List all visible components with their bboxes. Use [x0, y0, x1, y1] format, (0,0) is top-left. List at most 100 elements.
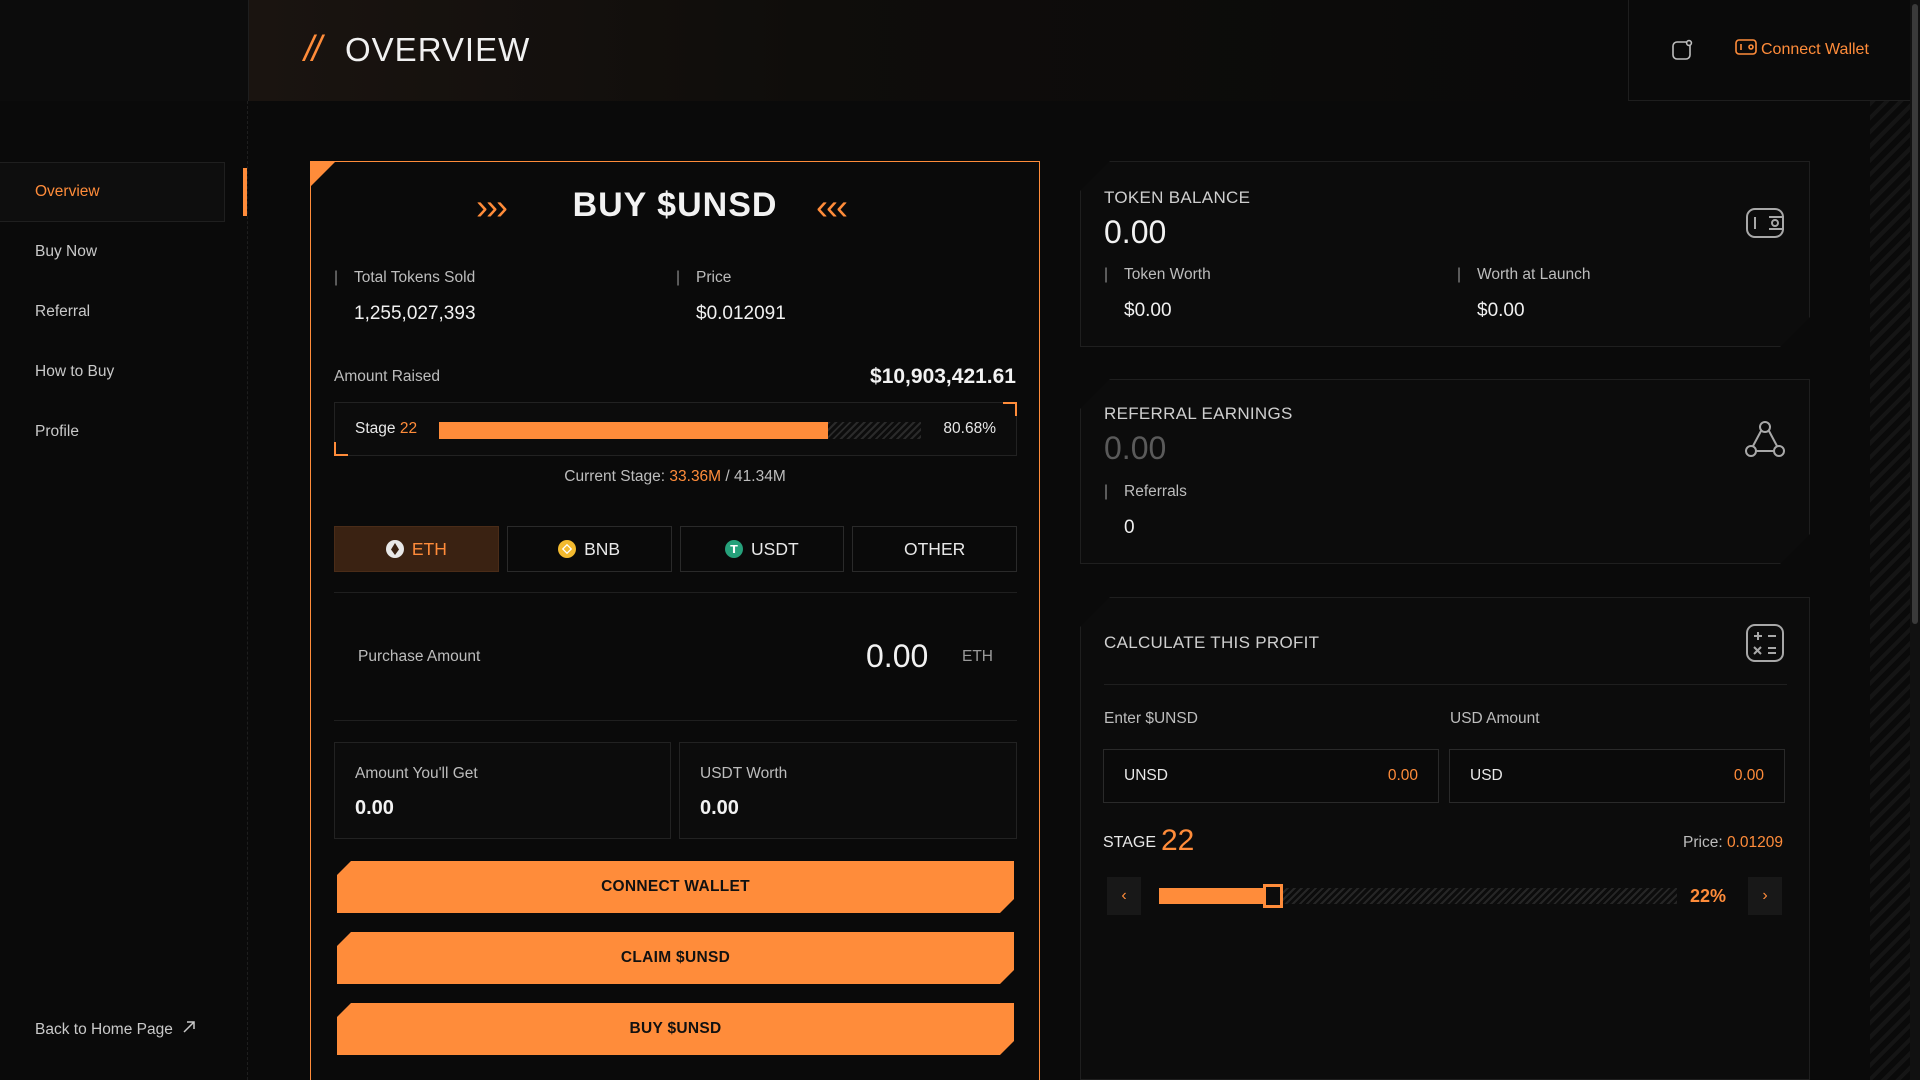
- enter-unsd-label: Enter $UNSD: [1104, 710, 1198, 727]
- token-worth-label: Token Worth: [1124, 266, 1211, 284]
- claim-button[interactable]: CLAIM $UNSD: [337, 932, 1014, 984]
- sidebar-item-overview[interactable]: Overview: [0, 162, 225, 222]
- current-stage-done: 33.36M: [669, 468, 722, 485]
- header-connect-wallet-link[interactable]: Connect Wallet: [1735, 38, 1869, 61]
- referrals-label: Referrals: [1124, 483, 1187, 501]
- usd-amount-label: USD Amount: [1450, 710, 1540, 727]
- buy-title: BUY $UNSD: [572, 186, 778, 224]
- header-logo-area: [0, 0, 249, 101]
- calc-price: Price: 0.01209: [1683, 834, 1783, 851]
- buy-panel: ››› BUY $UNSD ‹‹‹ Total Tokens Sold 1,25…: [310, 161, 1040, 1080]
- stage-prev-button[interactable]: ‹: [1107, 877, 1141, 915]
- back-home-label: Back to Home Page: [35, 1020, 173, 1038]
- token-worth-value: $0.00: [1124, 300, 1172, 321]
- connect-wallet-button[interactable]: CONNECT WALLET: [337, 861, 1014, 913]
- calculator-icon: [1745, 623, 1785, 663]
- calc-stage-value: 22: [1161, 824, 1195, 857]
- unsd-input-key: UNSD: [1124, 767, 1168, 784]
- stage-label: Stage 22: [355, 420, 418, 437]
- usdt-worth-value: 0.00: [700, 797, 739, 819]
- calc-stage-label: STAGE: [1103, 834, 1157, 851]
- sidebar-item-how-to-buy[interactable]: How to Buy: [0, 342, 225, 402]
- amount-get-label: Amount You'll Get: [355, 765, 478, 782]
- top-header: // OVERVIEW Connect Wallet: [0, 0, 1920, 101]
- eth-icon: [385, 540, 404, 558]
- purchase-amount-input[interactable]: 0.00: [866, 638, 928, 675]
- amount-raised-label: Amount Raised: [334, 368, 440, 385]
- page-title: OVERVIEW: [345, 31, 531, 68]
- referrals-value: 0: [1124, 517, 1135, 538]
- sidebar-item-profile[interactable]: Profile: [0, 402, 225, 462]
- stage-progress-bar: [439, 422, 921, 439]
- stage-percent: 80.68%: [943, 420, 996, 437]
- referral-earnings-card: REFERRAL EARNINGS 0.00 Referrals 0: [1080, 379, 1810, 564]
- currency-tab-usdt[interactable]: T USDT: [679, 526, 845, 572]
- divider-top: [334, 592, 1017, 593]
- scrollbar-thumb[interactable]: [1912, 4, 1918, 624]
- stage-progress-fill: [439, 422, 828, 439]
- sidebar-item-buy-now[interactable]: Buy Now: [0, 222, 225, 282]
- amount-get-box: Amount You'll Get 0.00: [334, 742, 671, 839]
- usd-input-value: 0.00: [1733, 767, 1764, 784]
- token-balance-card: TOKEN BALANCE 0.00 Token Worth $0.00 Wor…: [1080, 161, 1810, 347]
- amount-get-value: 0.00: [355, 797, 394, 819]
- back-to-home-link[interactable]: Back to Home Page: [35, 1019, 197, 1040]
- price-value: $0.012091: [696, 303, 786, 324]
- wallet-card-icon: [1745, 203, 1785, 243]
- title-slashes: //: [304, 28, 322, 69]
- stage-slider-fill: [1159, 888, 1273, 904]
- referral-network-icon: [1745, 419, 1785, 459]
- purchase-amount-label: Purchase Amount: [358, 648, 481, 665]
- svg-text:T: T: [730, 543, 738, 556]
- unsd-input-value: 0.00: [1387, 767, 1418, 784]
- chevrons-left-icon: ‹‹‹: [816, 186, 848, 227]
- total-sold-value: 1,255,027,393: [354, 303, 476, 324]
- purchase-unit: ETH: [962, 648, 993, 665]
- bnb-icon: [558, 540, 577, 558]
- currency-tab-eth[interactable]: ETH: [334, 526, 499, 572]
- decorative-stripe: [1870, 101, 1910, 1080]
- usd-input[interactable]: USD 0.00: [1449, 749, 1785, 803]
- wallet-icon: [1735, 38, 1757, 61]
- usd-input-key: USD: [1470, 767, 1503, 784]
- external-arrow-icon: [181, 1019, 197, 1040]
- referral-earnings-title: REFERRAL EARNINGS: [1104, 404, 1293, 423]
- stage-slider-track[interactable]: [1159, 888, 1677, 904]
- usdt-worth-box: USDT Worth 0.00: [679, 742, 1017, 839]
- unsd-input[interactable]: UNSD 0.00: [1103, 749, 1439, 803]
- buy-button[interactable]: BUY $UNSD: [337, 1003, 1014, 1055]
- notification-icon[interactable]: [1670, 38, 1694, 62]
- currency-selector: ETH BNB T USDT OTHER: [334, 526, 1017, 572]
- token-balance-title: TOKEN BALANCE: [1104, 188, 1251, 207]
- usdt-icon: T: [725, 540, 744, 558]
- total-sold-label: Total Tokens Sold: [334, 269, 475, 287]
- connect-wallet-label: Connect Wallet: [1761, 40, 1869, 58]
- page-scrollbar[interactable]: [1910, 0, 1920, 1080]
- stage-next-button[interactable]: ›: [1748, 877, 1782, 915]
- current-stage-total: 41.34M: [734, 468, 786, 485]
- worth-launch-label: Worth at Launch: [1477, 266, 1590, 284]
- token-balance-value: 0.00: [1104, 214, 1167, 250]
- currency-tab-bnb[interactable]: BNB: [506, 526, 672, 572]
- sidebar-item-referral[interactable]: Referral: [0, 282, 225, 342]
- currency-tab-other[interactable]: OTHER: [852, 526, 1017, 572]
- referral-earnings-value: 0.00: [1104, 430, 1167, 466]
- current-stage-text: Current Stage: 33.36M / 41.34M: [564, 468, 786, 485]
- header-title-bar: // OVERVIEW: [249, 0, 1629, 101]
- stage-slider-handle[interactable]: [1262, 884, 1283, 908]
- calc-price-value: 0.01209: [1726, 834, 1783, 851]
- stage-progress-box: Stage 22 80.68%: [334, 402, 1017, 456]
- panel-corner: [310, 161, 336, 187]
- active-nav-marker: [243, 168, 247, 216]
- price-label: Price: [676, 269, 732, 287]
- divider-bottom: [334, 720, 1017, 721]
- usdt-worth-label: USDT Worth: [700, 765, 788, 782]
- worth-launch-value: $0.00: [1477, 300, 1525, 321]
- calculator-divider: [1104, 684, 1787, 685]
- calculator-title: CALCULATE THIS PROFIT: [1104, 633, 1320, 652]
- stage-number: 22: [399, 420, 418, 437]
- header-actions: Connect Wallet: [1629, 0, 1920, 101]
- calc-slider-percent: 22%: [1690, 886, 1727, 906]
- amount-raised-value: $10,903,421.61: [870, 365, 1016, 388]
- sidebar: Overview Buy Now Referral How to Buy Pro…: [0, 101, 248, 1080]
